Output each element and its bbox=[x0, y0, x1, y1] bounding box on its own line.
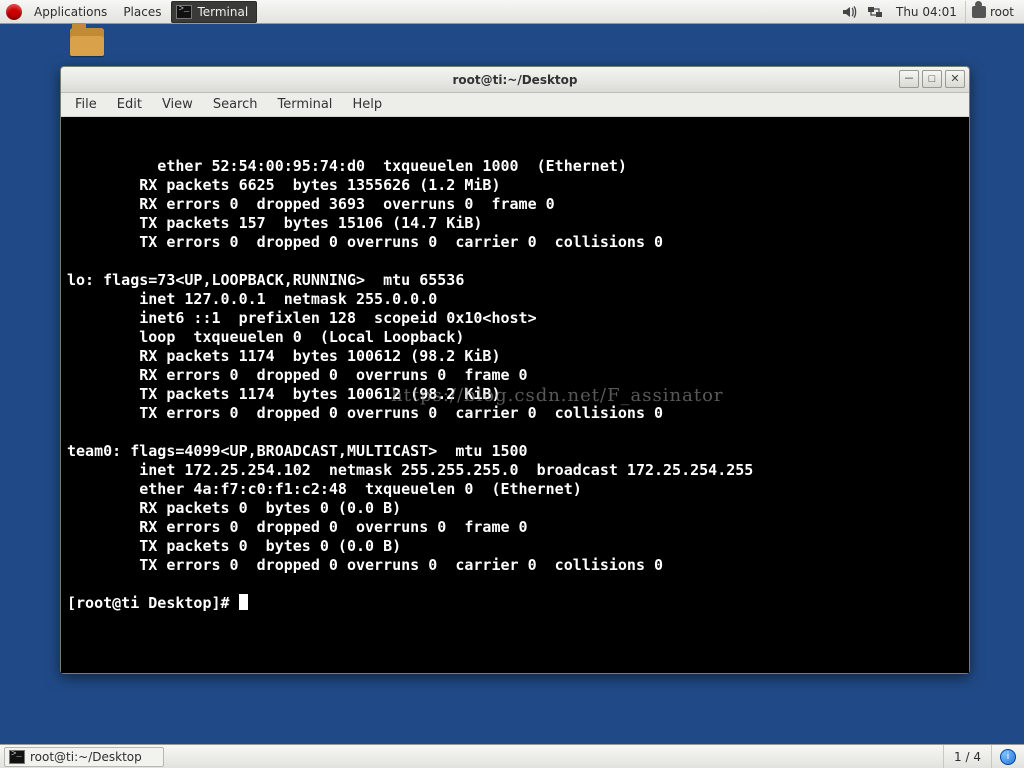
close-button[interactable]: ✕ bbox=[945, 70, 965, 88]
clock[interactable]: Thu 04:01 bbox=[888, 5, 965, 19]
terminal-icon bbox=[176, 5, 192, 19]
menu-search[interactable]: Search bbox=[205, 95, 266, 114]
show-desktop-icon[interactable]: i bbox=[1000, 749, 1016, 765]
minimize-button[interactable]: － bbox=[899, 70, 919, 88]
terminal-output[interactable]: https://blog.csdn.net/F_assinator ether … bbox=[61, 117, 969, 673]
workspace-indicator[interactable]: 1 / 4 bbox=[943, 745, 992, 768]
places-menu[interactable]: Places bbox=[115, 0, 169, 24]
maximize-button[interactable]: □ bbox=[922, 70, 942, 88]
taskbar-app-terminal[interactable]: Terminal bbox=[171, 1, 257, 23]
cursor bbox=[239, 594, 248, 610]
user-menu[interactable]: root bbox=[965, 1, 1024, 23]
menu-terminal[interactable]: Terminal bbox=[269, 95, 340, 114]
menu-file[interactable]: File bbox=[67, 95, 105, 114]
terminal-window: root@ti:~/Desktop － □ ✕ File Edit View S… bbox=[60, 66, 970, 674]
taskbar-window-terminal[interactable]: root@ti:~/Desktop bbox=[4, 747, 164, 767]
user-icon bbox=[972, 6, 986, 18]
watermark: https://blog.csdn.net/F_assinator bbox=[391, 385, 724, 406]
terminal-icon bbox=[9, 750, 25, 764]
bottom-panel: root@ti:~/Desktop 1 / 4 i bbox=[0, 744, 1024, 768]
applications-menu[interactable]: Applications bbox=[26, 0, 115, 24]
menu-view[interactable]: View bbox=[154, 95, 201, 114]
desktop-folder-icon[interactable] bbox=[70, 28, 104, 56]
taskbar-window-label: root@ti:~/Desktop bbox=[30, 750, 142, 764]
titlebar[interactable]: root@ti:~/Desktop － □ ✕ bbox=[61, 67, 969, 93]
top-panel: Applications Places Terminal Thu 04:01 r… bbox=[0, 0, 1024, 24]
menubar: File Edit View Search Terminal Help bbox=[61, 93, 969, 117]
network-icon[interactable] bbox=[867, 4, 883, 20]
window-title: root@ti:~/Desktop bbox=[61, 73, 969, 87]
menu-edit[interactable]: Edit bbox=[109, 95, 150, 114]
distro-icon bbox=[6, 4, 22, 20]
user-label: root bbox=[990, 5, 1014, 19]
menu-help[interactable]: Help bbox=[344, 95, 390, 114]
taskbar-app-label: Terminal bbox=[197, 5, 248, 19]
volume-icon[interactable] bbox=[841, 4, 857, 20]
